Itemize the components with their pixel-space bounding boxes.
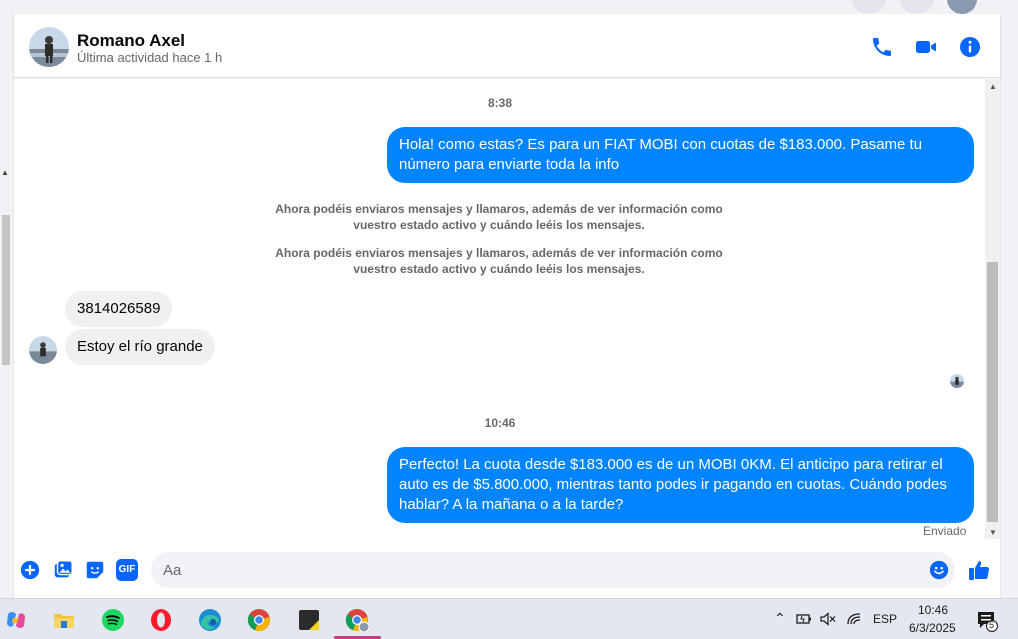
contact-avatar-small[interactable] — [29, 336, 57, 364]
message-input[interactable] — [151, 552, 955, 588]
notifications-icon[interactable] — [976, 610, 998, 632]
sticker-icon[interactable] — [84, 559, 106, 581]
phone-icon[interactable] — [870, 35, 894, 59]
chevron-up-icon[interactable]: ⌃ — [774, 610, 786, 627]
chat-header: Romano Axel Última actividad hace 1 h — [14, 14, 1000, 78]
contact-avatar[interactable] — [29, 27, 69, 67]
sticky-notes-icon[interactable] — [295, 606, 323, 634]
read-receipt-avatar — [950, 374, 964, 388]
notifications-button[interactable] — [899, 0, 935, 14]
system-message: Ahora podéis enviaros mensajes y llamaro… — [275, 202, 723, 232]
chrome-icon[interactable] — [245, 606, 273, 634]
emoji-icon[interactable] — [928, 559, 950, 581]
image-icon[interactable] — [52, 559, 74, 581]
battery-icon[interactable] — [796, 612, 812, 626]
menu-button[interactable] — [851, 0, 887, 14]
opera-icon[interactable] — [147, 606, 175, 634]
spotify-icon[interactable] — [99, 606, 127, 634]
outgoing-message[interactable]: Hola! como estas? Es para un FIAT MOBI c… — [387, 127, 974, 183]
taskbar: ⌃ ESP 10:46 6/3/2025 5 — [0, 598, 1018, 639]
incoming-message[interactable]: Estoy el río grande — [65, 329, 215, 365]
contact-status: Última actividad hace 1 h — [77, 50, 223, 65]
info-icon[interactable] — [958, 35, 982, 59]
timestamp: 8:38 — [487, 96, 513, 110]
outgoing-message[interactable]: Perfecto! La cuota desde $183.000 es de … — [387, 447, 974, 523]
chat-window: Romano Axel Última actividad hace 1 h 8:… — [13, 14, 1001, 598]
notification-count: 5 — [989, 620, 995, 630]
like-icon[interactable] — [967, 558, 991, 582]
composer: GIF — [14, 548, 1000, 596]
edge-icon[interactable] — [196, 606, 224, 634]
scroll-down-icon[interactable]: ▼ — [989, 528, 997, 537]
language-indicator[interactable]: ESP — [873, 612, 897, 626]
gif-icon[interactable]: GIF — [116, 559, 138, 581]
plus-icon[interactable] — [19, 559, 41, 581]
file-explorer-icon[interactable] — [50, 606, 78, 634]
clock-date[interactable]: 6/3/2025 — [909, 621, 956, 635]
profile-avatar[interactable] — [947, 0, 977, 14]
clock-time[interactable]: 10:46 — [918, 603, 948, 617]
system-message: Ahora podéis enviaros mensajes y llamaro… — [275, 246, 723, 276]
page-left-edge: ▲ — [0, 0, 13, 598]
chrome-profile-icon[interactable] — [343, 606, 371, 634]
chat-scrollbar[interactable]: ▲ ▼ — [985, 79, 1000, 539]
incoming-message[interactable]: 3814026589 — [65, 291, 173, 327]
volume-muted-icon[interactable] — [820, 612, 836, 626]
top-toolbar-edge — [13, 0, 1018, 14]
copilot-icon[interactable] — [2, 606, 30, 634]
message-list: 8:38 Hola! como estas? Es para un FIAT M… — [14, 79, 986, 544]
left-scrollbar-thumb[interactable] — [2, 215, 10, 365]
contact-name[interactable]: Romano Axel — [77, 31, 185, 51]
wifi-icon[interactable] — [846, 612, 862, 626]
video-icon[interactable] — [914, 35, 938, 59]
sent-status: Enviado — [923, 524, 967, 538]
left-scroll-up-icon[interactable]: ▲ — [1, 168, 9, 177]
scrollbar-thumb[interactable] — [987, 262, 998, 522]
scroll-up-icon[interactable]: ▲ — [989, 82, 997, 91]
timestamp: 10:46 — [484, 416, 516, 430]
